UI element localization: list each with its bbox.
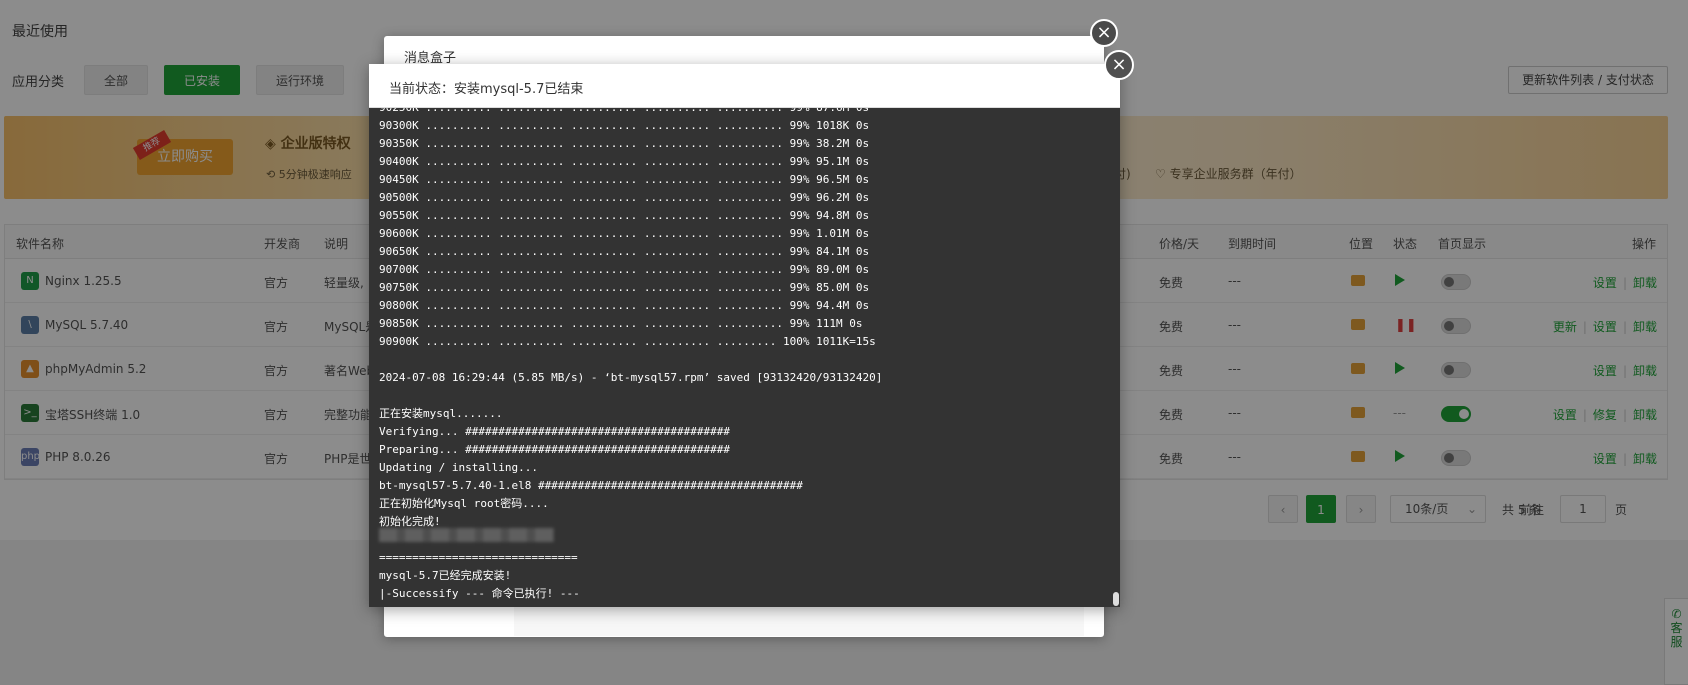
log-line: 90750K .......... .......... .......... … <box>379 281 870 294</box>
log-line: 90300K .......... .......... .......... … <box>379 119 870 132</box>
log-line: 90800K .......... .......... .......... … <box>379 299 870 312</box>
log-line: mysql-5.7已经完成安装! <box>379 569 512 582</box>
log-line: 90900K .......... .......... .......... … <box>379 335 876 348</box>
log-line: 90400K .......... .......... .......... … <box>379 155 870 168</box>
log-line: 90250K .......... .......... .......... … <box>379 108 869 117</box>
log-line: Preparing... ###########################… <box>379 443 730 456</box>
log-line: ============================== <box>379 551 578 564</box>
log-line: 正在初始化Mysql root密码.... <box>379 497 549 510</box>
install-status-dialog: 当前状态：安装mysql-5.7已结束 90250K .......... ..… <box>369 64 1120 607</box>
message-box-close-icon[interactable]: × <box>1090 19 1118 47</box>
install-dialog-close-icon[interactable]: × <box>1104 50 1134 80</box>
install-status-title: 当前状态：安装mysql-5.7已结束 <box>389 82 584 97</box>
log-line: |-Successify --- 命令已执行! --- <box>379 587 580 600</box>
log-line: 90600K .......... .......... .......... … <box>379 227 870 240</box>
log-line: 90450K .......... .......... .......... … <box>379 173 870 186</box>
message-box-content <box>514 606 1084 636</box>
log-line: 90650K .......... .......... .......... … <box>379 245 870 258</box>
log-line: 90500K .......... .......... .......... … <box>379 191 870 204</box>
log-line: 90700K .......... .......... .......... … <box>379 263 870 276</box>
install-log-terminal: 90250K .......... .......... .......... … <box>369 108 1120 607</box>
log-line: 90850K .......... .......... .......... … <box>379 317 863 330</box>
log-line: bt-mysql57-5.7.40-1.el8 ################… <box>379 479 803 492</box>
log-line: Verifying... ###########################… <box>379 425 730 438</box>
install-dialog-header: 当前状态：安装mysql-5.7已结束 <box>369 64 1120 108</box>
terminal-scrollbar-thumb[interactable] <box>1113 592 1119 606</box>
terminal-scrollbar[interactable] <box>1112 108 1120 607</box>
log-line: 正在安装mysql....... <box>379 407 503 420</box>
log-line: Updating / installing... <box>379 461 538 474</box>
redacted-password <box>379 528 554 542</box>
log-line: 90350K .......... .......... .......... … <box>379 137 870 150</box>
log-line: 2024-07-08 16:29:44 (5.85 MB/s) - ‘bt-my… <box>379 371 883 384</box>
log-line: 90550K .......... .......... .......... … <box>379 209 870 222</box>
